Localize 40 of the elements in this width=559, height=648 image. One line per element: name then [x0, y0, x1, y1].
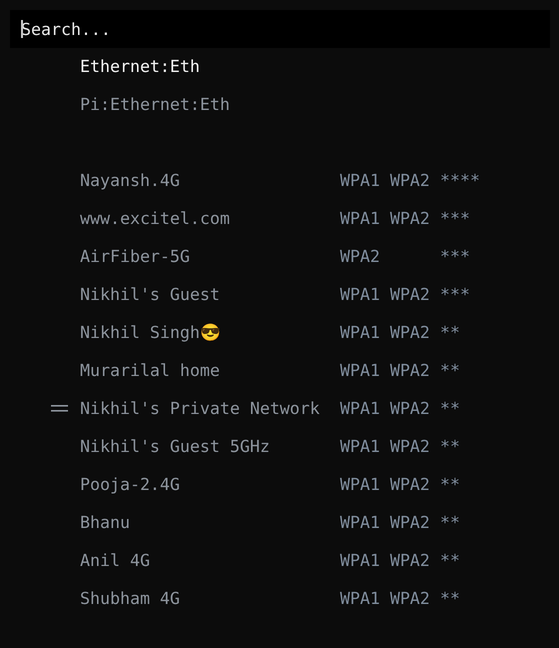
network-name[interactable]: Pooja-2.4G	[80, 472, 340, 498]
signal-strength: **	[440, 360, 460, 382]
signal-strength: **	[440, 398, 460, 420]
signal-strength: ***	[440, 246, 470, 268]
security-label: WPA1 WPA2	[340, 360, 431, 382]
connection-name[interactable]: Pi:Ethernet:Eth	[80, 92, 340, 118]
network-name[interactable]: Nikhil's Private Network	[80, 396, 340, 422]
network-name[interactable]: Shubham 4G	[80, 586, 340, 612]
network-name[interactable]: Anil 4G	[80, 548, 340, 574]
network-name[interactable]: Murarilal home	[80, 358, 340, 384]
signal-strength: **	[440, 436, 460, 458]
security-label: WPA1 WPA2	[340, 474, 431, 496]
signal-strength: ***	[440, 208, 470, 230]
network-name[interactable]: Nayansh.4G	[80, 168, 340, 194]
network-name[interactable]: Nikhil's Guest	[80, 282, 340, 308]
search-field[interactable]: Search...	[10, 10, 550, 48]
signal-strength: **	[440, 512, 460, 534]
security-label: WPA1 WPA2	[340, 436, 431, 458]
network-name[interactable]: Nikhil's Guest 5GHz	[80, 434, 340, 460]
network-name[interactable]: www.excitel.com	[80, 206, 340, 232]
network-name[interactable]: Nikhil Singh😎	[80, 320, 340, 346]
text-cursor	[21, 20, 23, 38]
signal-strength: **	[440, 550, 460, 572]
security-label: WPA1 WPA2	[340, 322, 431, 344]
security-label: WPA1 WPA2	[340, 284, 431, 306]
security-label: WPA1 WPA2	[340, 512, 431, 534]
signal-strength: **	[440, 322, 460, 344]
network-name[interactable]: AirFiber-5G	[80, 244, 340, 270]
signal-strength: ***	[440, 284, 470, 306]
security-label: WPA1 WPA2	[340, 588, 431, 610]
security-label: WPA1 WPA2	[340, 550, 431, 572]
signal-strength: ****	[440, 170, 480, 192]
network-name[interactable]: Bhanu	[80, 510, 340, 536]
security-label: WPA1 WPA2	[340, 170, 431, 192]
signal-strength: **	[440, 474, 460, 496]
security-label: WPA1 WPA2	[340, 398, 431, 420]
security-label: WPA1 WPA2	[340, 208, 431, 230]
signal-strength: **	[440, 588, 460, 610]
connection-name[interactable]: Ethernet:Eth	[80, 54, 340, 80]
security-label: WPA2	[340, 246, 381, 268]
